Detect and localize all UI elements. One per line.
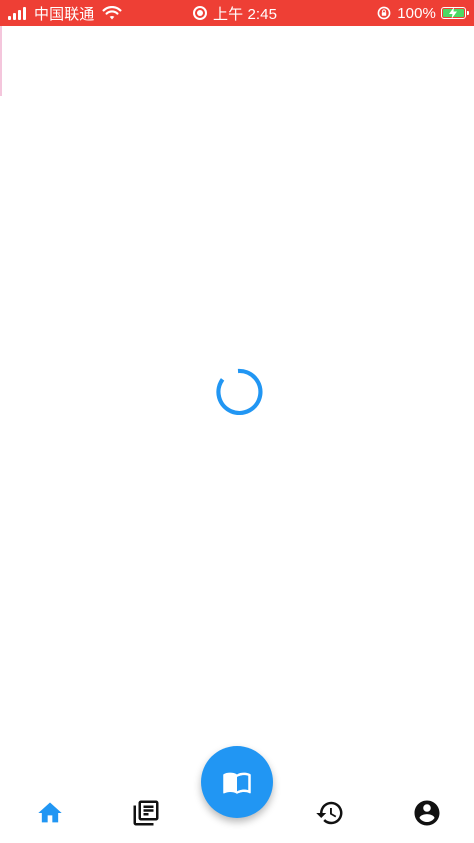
carrier-label: 中国联通	[34, 5, 95, 23]
status-time: 上午 2:45	[213, 5, 278, 23]
open-book-icon	[223, 772, 251, 794]
read-fab-button[interactable]	[201, 746, 273, 818]
library-books-icon	[133, 800, 159, 826]
wifi-icon	[102, 5, 122, 21]
nav-account-button[interactable]	[412, 798, 442, 828]
signal-icon	[8, 6, 28, 20]
account-circle-icon	[414, 800, 440, 826]
battery-percent: 100%	[397, 4, 436, 22]
home-icon	[38, 802, 62, 823]
status-left: 中国联通	[8, 0, 122, 26]
history-icon	[316, 801, 343, 825]
nav-home-button[interactable]	[35, 798, 65, 828]
edge-accent	[0, 26, 2, 96]
status-bar: 中国联通 上午 2:45 100%	[0, 0, 474, 26]
app-screen: 中国联通 上午 2:45 100%	[0, 0, 474, 843]
nav-library-button[interactable]	[131, 798, 161, 828]
screen-record-icon	[193, 6, 207, 20]
rotation-lock-icon	[377, 6, 391, 20]
status-center: 上午 2:45	[193, 0, 277, 26]
loading-spinner	[212, 366, 264, 418]
status-right: 100%	[377, 0, 469, 26]
nav-history-button[interactable]	[315, 798, 345, 828]
battery-charging-icon	[441, 7, 469, 19]
